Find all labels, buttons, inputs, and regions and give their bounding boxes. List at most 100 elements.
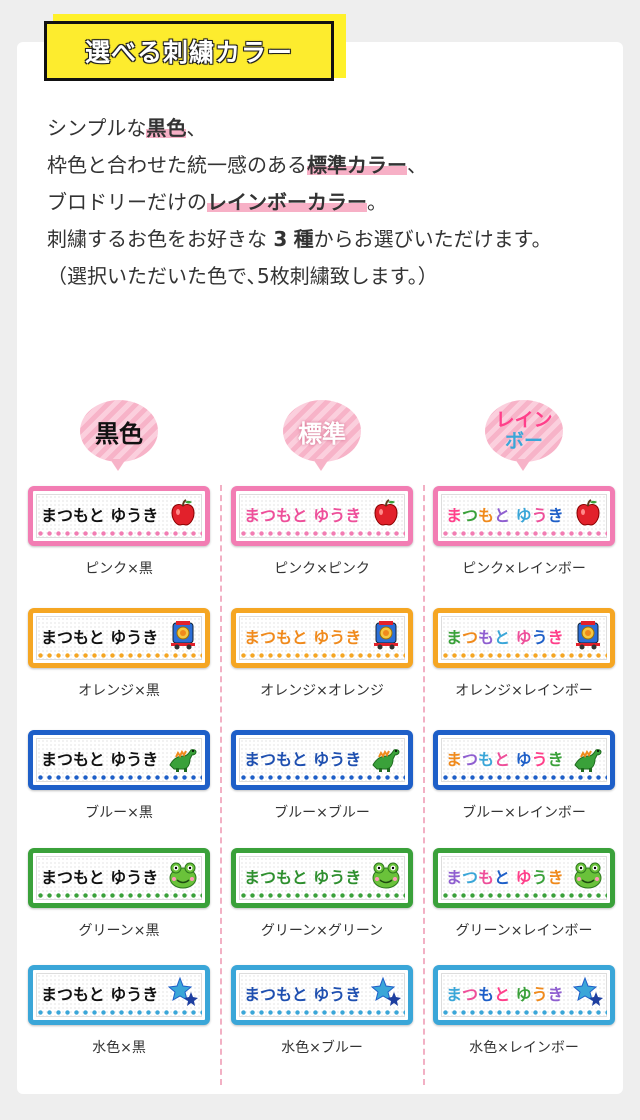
name-tag-sample: まつもと ゆうき水色×黒 — [24, 965, 214, 1085]
intro-line-4-number: 3 — [273, 227, 288, 251]
badge-standard-label: 標準 — [298, 419, 346, 448]
badge-black-label: 黒色 — [95, 419, 143, 448]
color-combination-caption: ピンク×黒 — [85, 561, 153, 577]
color-combination-caption: グリーン×黒 — [78, 923, 160, 939]
tag-dot-border — [441, 774, 607, 781]
color-combination-caption: オレンジ×オレンジ — [260, 683, 384, 699]
column-divider-2 — [423, 485, 425, 1085]
tag-embroidered-name: まつもと ゆうき — [41, 985, 159, 1004]
intro-text: シンプルな黒色、 枠色と合わせた統一感のある標準カラー、 ブロドリーだけのレイン… — [47, 110, 627, 295]
color-combination-caption: 水色×レインボー — [469, 1040, 579, 1056]
tag-dot-border — [239, 1009, 405, 1016]
name-tag-sample: まつもと ゆうき水色×レインボー — [429, 965, 619, 1085]
intro-line-2-rest: 、 — [407, 153, 427, 177]
intro-line-4-rest: からお選びいただけます。 — [313, 227, 552, 251]
intro-line-3: ブロドリーだけのレインボーカラー。 — [47, 184, 627, 221]
tag-dot-border — [239, 530, 405, 537]
apple-icon — [167, 497, 199, 529]
color-combination-caption: オレンジ×レインボー — [455, 683, 593, 699]
tag-embroidered-name: まつもと ゆうき — [446, 506, 564, 525]
tag-dot-border — [239, 652, 405, 659]
train-icon — [572, 619, 604, 651]
color-combination-caption: ブルー×ブルー — [274, 805, 370, 821]
intro-line-4: 刺繍するお色をお好きな 3 種からお選びいただけます。 — [47, 221, 627, 258]
intro-line-1-rest: 、 — [186, 116, 207, 140]
badge-rainbow: レイン ボー — [485, 400, 563, 471]
tag-embroidered-name: まつもと ゆうき — [244, 868, 362, 887]
intro-line-1: シンプルな黒色、 — [47, 110, 627, 147]
color-combination-caption: オレンジ×黒 — [78, 683, 160, 699]
name-tag-sample: まつもと ゆうきグリーン×グリーン — [227, 848, 417, 968]
tag-embroidered-name: まつもと ゆうき — [41, 506, 159, 525]
dinosaur-icon — [167, 741, 199, 773]
dinosaur-icon — [370, 741, 402, 773]
section-title-text: 選べる刺繍カラー — [84, 38, 293, 67]
tag-dot-border — [441, 892, 607, 899]
tag-embroidered-name: まつもと ゆうき — [244, 628, 362, 647]
intro-line-2-highlight: 標準カラー — [307, 153, 407, 177]
tag-embroidered-name: まつもと ゆうき — [446, 868, 564, 887]
name-tag-sample: まつもと ゆうきピンク×レインボー — [429, 486, 619, 606]
color-combination-caption: ブルー×レインボー — [462, 805, 586, 821]
tag-dot-border — [36, 1009, 202, 1016]
name-tag: まつもと ゆうき — [28, 608, 210, 668]
star-icon — [572, 976, 604, 1008]
train-icon — [370, 619, 402, 651]
tag-dot-border — [239, 892, 405, 899]
frog-icon — [370, 859, 402, 891]
star-icon — [370, 976, 402, 1008]
name-tag-sample: まつもと ゆうきピンク×ピンク — [227, 486, 417, 606]
badge-black: 黒色 — [80, 400, 158, 471]
tag-embroidered-name: まつもと ゆうき — [446, 985, 564, 1004]
name-tag-sample: まつもと ゆうきピンク×黒 — [24, 486, 214, 606]
name-tag-sample: まつもと ゆうきオレンジ×オレンジ — [227, 608, 417, 728]
intro-line-2: 枠色と合わせた統一感のある標準カラー、 — [47, 147, 627, 184]
name-tag-sample: まつもと ゆうきブルー×レインボー — [429, 730, 619, 850]
name-tag: まつもと ゆうき — [28, 965, 210, 1025]
tag-embroidered-name: まつもと ゆうき — [41, 628, 159, 647]
column-divider-1 — [220, 485, 222, 1085]
name-tag: まつもと ゆうき — [231, 486, 413, 546]
badge-rainbow-line-1: レイン — [495, 409, 553, 431]
name-tag-sample: まつもと ゆうきグリーン×レインボー — [429, 848, 619, 968]
intro-line-4-pre: 刺繍するお色をお好きな — [47, 227, 267, 251]
color-combination-caption: ブルー×黒 — [85, 805, 153, 821]
tag-dot-border — [441, 652, 607, 659]
name-tag: まつもと ゆうき — [433, 486, 615, 546]
intro-line-1-highlight: 黒色 — [146, 116, 187, 140]
name-tag-sample: まつもと ゆうきブルー×ブルー — [227, 730, 417, 850]
color-combination-caption: ピンク×レインボー — [462, 561, 586, 577]
name-tag: まつもと ゆうき — [231, 730, 413, 790]
intro-line-3-highlight: レインボーカラー — [207, 190, 367, 214]
intro-line-1-pre: シンプルな — [47, 116, 147, 140]
name-tag: まつもと ゆうき — [231, 608, 413, 668]
color-combination-caption: グリーン×レインボー — [455, 923, 593, 939]
tag-dot-border — [36, 892, 202, 899]
color-combination-caption: ピンク×ピンク — [274, 561, 370, 577]
tag-dot-border — [36, 652, 202, 659]
name-tag: まつもと ゆうき — [433, 608, 615, 668]
badge-standard: 標準 — [283, 400, 361, 471]
intro-line-5: （選択いただいた色で､5枚刺繍致します。） — [47, 264, 438, 288]
tag-dot-border — [441, 1009, 607, 1016]
color-combination-caption: グリーン×グリーン — [260, 923, 384, 939]
name-tag-sample: まつもと ゆうき ブルー×黒 — [24, 730, 214, 850]
intro-line-2-pre: 枠色と合わせた統一感のある — [47, 153, 307, 177]
tag-dot-border — [441, 530, 607, 537]
tag-dot-border — [36, 774, 202, 781]
tag-dot-border — [239, 774, 405, 781]
train-icon — [167, 619, 199, 651]
badge-rainbow-label: レイン ボー — [495, 410, 552, 452]
tag-dot-border — [36, 530, 202, 537]
dinosaur-icon — [572, 741, 604, 773]
name-tag-sample: まつもと ゆうきオレンジ×レインボー — [429, 608, 619, 728]
tag-embroidered-name: まつもと ゆうき — [446, 628, 564, 647]
color-combination-caption: 水色×黒 — [92, 1040, 146, 1056]
name-tag-sample: まつもと ゆうき 水色×ブルー — [227, 965, 417, 1085]
tag-embroidered-name: まつもと ゆうき — [446, 750, 564, 769]
apple-icon — [370, 497, 402, 529]
name-tag: まつもと ゆうき — [231, 848, 413, 908]
color-combination-caption: 水色×ブルー — [281, 1040, 363, 1056]
frog-icon — [167, 859, 199, 891]
tag-embroidered-name: まつもと ゆうき — [244, 750, 362, 769]
